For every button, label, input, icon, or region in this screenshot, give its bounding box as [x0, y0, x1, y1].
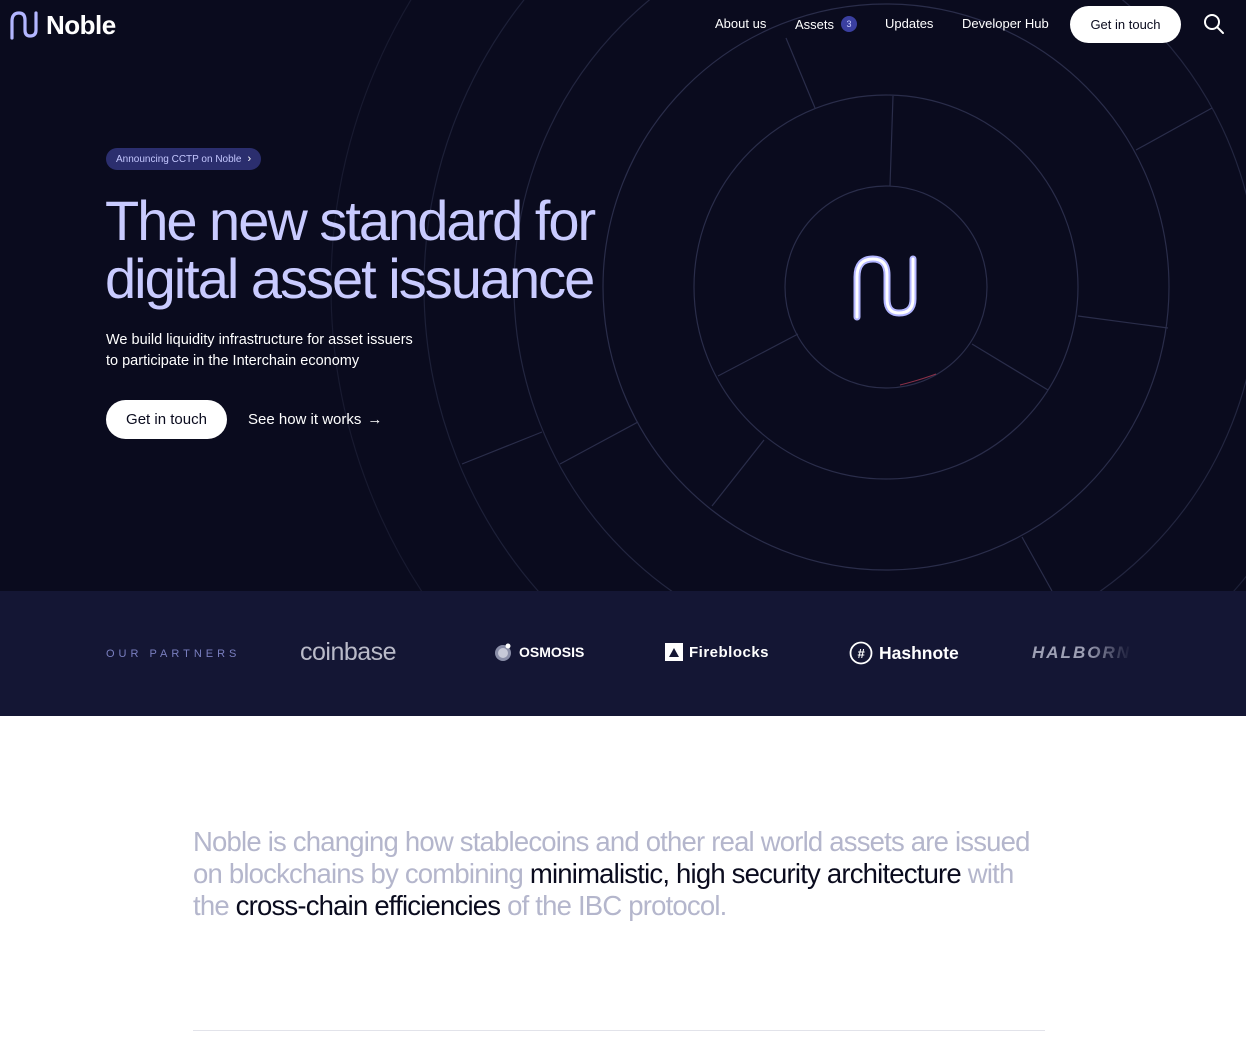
fireblocks-icon: [665, 643, 683, 661]
see-how-it-works-label: See how it works: [248, 411, 362, 428]
subhead-line-1: We build liquidity infrastructure for as…: [106, 332, 413, 348]
partner-osmosis-logo: OSMOSIS: [493, 642, 584, 662]
partner-halborn-name: HALBORN: [1032, 643, 1131, 662]
partner-fireblocks-logo: Fireblocks: [665, 643, 769, 661]
partners-label: OUR PARTNERS: [106, 648, 241, 660]
nav-about-us[interactable]: About us: [715, 16, 766, 31]
statement-segment-5: of the IBC protocol.: [500, 890, 727, 921]
partner-osmosis-name: OSMOSIS: [519, 644, 585, 660]
noble-logo-icon: [10, 11, 38, 40]
nav-developer-hub[interactable]: Developer Hub: [962, 16, 1049, 31]
brand-name: Noble: [46, 9, 116, 40]
headline-line-1: The new standard for: [105, 189, 596, 252]
top-nav: Noble About us Assets 3 Updates Develope…: [0, 0, 1246, 48]
partner-hashnote-logo: # Hashnote: [849, 641, 959, 665]
mission-statement: Noble is changing how stablecoins and ot…: [193, 826, 1033, 922]
nav-assets[interactable]: Assets 3: [795, 16, 858, 32]
brand-logo[interactable]: Noble: [8, 8, 116, 42]
chevron-right-icon: ›: [247, 153, 252, 165]
headline-line-2: digital asset issuance: [105, 247, 595, 310]
section-divider: [193, 1030, 1045, 1031]
partner-coinbase-logo: coinbase: [300, 638, 397, 667]
hero-subhead: We build liquidity infrastructure for as…: [106, 330, 466, 372]
hashnote-icon: #: [849, 641, 873, 665]
see-how-it-works-link[interactable]: See how it works →: [248, 411, 382, 428]
partner-halborn-logo: HALBORN: [1032, 643, 1132, 663]
nav-updates[interactable]: Updates: [885, 16, 933, 31]
svg-text:#: #: [857, 646, 865, 661]
partner-coinbase-name: coinbase: [300, 638, 397, 666]
announcement-text: Announcing CCTP on Noble: [116, 153, 242, 165]
nav-assets-label: Assets: [795, 16, 835, 32]
statement-highlight-2: cross-chain efficiencies: [235, 890, 501, 921]
nav-get-in-touch-button[interactable]: Get in touch: [1070, 6, 1181, 43]
hero-headline: The new standard for digital asset issua…: [105, 192, 665, 308]
partner-hashnote-name: Hashnote: [879, 642, 959, 663]
subhead-line-2: to participate in the Interchain economy: [106, 353, 360, 369]
osmosis-icon: [495, 643, 511, 661]
announcement-pill[interactable]: Announcing CCTP on Noble ›: [106, 148, 262, 170]
search-icon[interactable]: [1202, 12, 1226, 36]
partner-fireblocks-name: Fireblocks: [689, 643, 770, 661]
hero-section: Noble About us Assets 3 Updates Develope…: [0, 0, 1246, 591]
hero-get-in-touch-button[interactable]: Get in touch: [106, 400, 227, 439]
assets-count-badge: 3: [841, 16, 858, 32]
statement-highlight-1: minimalistic, high security architecture: [529, 858, 962, 889]
noble-center-logo-icon: [853, 255, 917, 321]
arrow-right-icon: →: [367, 411, 383, 428]
